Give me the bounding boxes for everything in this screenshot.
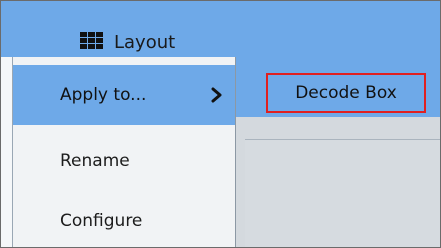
submenu-empty-panel — [245, 139, 440, 247]
menu-window: Layout Apply to... Rename Configure Deco… — [0, 0, 441, 248]
apply-to-label: Apply to... — [60, 85, 147, 105]
decode-box-label: Decode Box — [295, 83, 397, 103]
configure-label: Configure — [60, 211, 143, 231]
decode-box-menu-item[interactable]: Decode Box — [266, 73, 426, 113]
apply-to-submenu: Decode Box — [235, 57, 440, 247]
context-menu: Apply to... Rename Configure — [12, 57, 237, 247]
configure-menu-item[interactable]: Configure — [13, 201, 237, 241]
rename-menu-item[interactable]: Rename — [13, 141, 237, 181]
layout-grid-icon — [80, 32, 103, 49]
apply-to-menu-item[interactable]: Apply to... — [13, 65, 237, 125]
chevron-right-icon — [211, 87, 222, 103]
rename-label: Rename — [60, 151, 130, 171]
layout-label: Layout — [114, 32, 176, 53]
layout-menu-item[interactable]: Layout — [80, 32, 175, 54]
menu-header: Layout — [1, 1, 440, 57]
